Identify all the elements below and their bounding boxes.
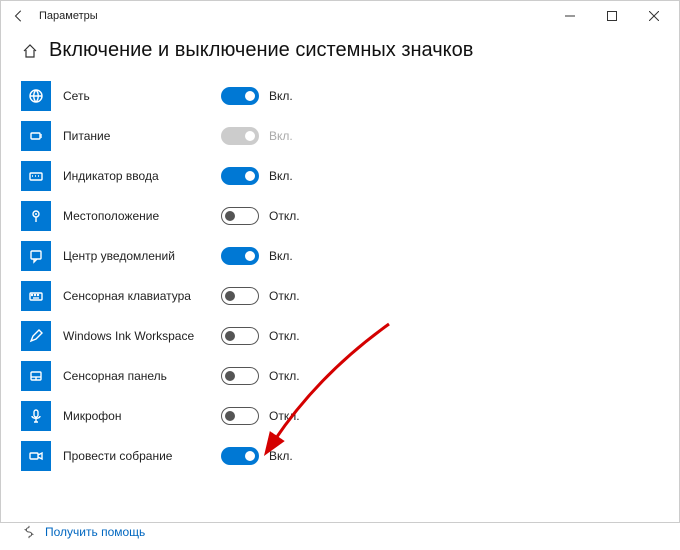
setting-label: Сенсорная клавиатура	[63, 289, 213, 303]
toggle-wrap: Вкл.	[221, 127, 293, 145]
keyboard-lang-icon	[21, 161, 51, 191]
toggle-wrap: Откл.	[221, 407, 300, 425]
titlebar: Параметры	[1, 1, 679, 31]
setting-row-network: Сеть Вкл.	[21, 76, 659, 116]
page-title: Включение и выключение системных значков	[49, 39, 473, 62]
toggle-input[interactable]	[221, 167, 259, 185]
toggle-state-label: Откл.	[269, 209, 300, 223]
toggle-state-label: Откл.	[269, 289, 300, 303]
touchpad-icon	[21, 361, 51, 391]
toggle-network[interactable]	[221, 87, 259, 105]
window-title: Параметры	[39, 10, 98, 22]
toggle-state-label: Вкл.	[269, 129, 293, 143]
toggle-wrap: Вкл.	[221, 87, 293, 105]
toggle-state-label: Вкл.	[269, 449, 293, 463]
close-button[interactable]	[633, 2, 675, 30]
mic-icon	[21, 401, 51, 431]
setting-label: Провести собрание	[63, 449, 213, 463]
toggle-state-label: Вкл.	[269, 249, 293, 263]
setting-row-action: Центр уведомлений Вкл.	[21, 236, 659, 276]
keyboard-icon	[21, 281, 51, 311]
toggle-wrap: Вкл.	[221, 247, 293, 265]
toggle-location[interactable]	[221, 207, 259, 225]
toggle-state-label: Откл.	[269, 329, 300, 343]
toggle-meetnow[interactable]	[221, 447, 259, 465]
back-button[interactable]	[5, 2, 33, 30]
setting-row-touchkey: Сенсорная клавиатура Откл.	[21, 276, 659, 316]
setting-row-microphone: Микрофон Откл.	[21, 396, 659, 436]
toggle-touchkey[interactable]	[221, 287, 259, 305]
setting-row-location: Местоположение Откл.	[21, 196, 659, 236]
toggle-state-label: Вкл.	[269, 169, 293, 183]
setting-label: Сенсорная панель	[63, 369, 213, 383]
toggle-action[interactable]	[221, 247, 259, 265]
get-help-link[interactable]: Получить помощь	[45, 525, 145, 539]
toggle-microphone[interactable]	[221, 407, 259, 425]
power-icon	[21, 121, 51, 151]
maximize-button[interactable]	[591, 2, 633, 30]
globe-icon	[21, 81, 51, 111]
setting-label: Местоположение	[63, 209, 213, 223]
meet-icon	[21, 441, 51, 471]
toggle-power	[221, 127, 259, 145]
toggle-ink[interactable]	[221, 327, 259, 345]
setting-label: Центр уведомлений	[63, 249, 213, 263]
toggle-wrap: Откл.	[221, 287, 300, 305]
minimize-button[interactable]	[549, 2, 591, 30]
toggle-state-label: Вкл.	[269, 89, 293, 103]
pen-icon	[21, 321, 51, 351]
toggle-state-label: Откл.	[269, 409, 300, 423]
help-row: Получить помощь	[1, 506, 679, 550]
toggle-wrap: Вкл.	[221, 447, 293, 465]
toggle-state-label: Откл.	[269, 369, 300, 383]
setting-label: Индикатор ввода	[63, 169, 213, 183]
setting-row-ink: Windows Ink Workspace Откл.	[21, 316, 659, 356]
toggle-wrap: Откл.	[221, 207, 300, 225]
page-header: Включение и выключение системных значков	[1, 31, 679, 76]
setting-label: Сеть	[63, 89, 213, 103]
settings-list: Сеть Вкл. Питание Вкл. Индикатор ввода Вкл. Ме…	[1, 76, 679, 506]
setting-row-touchpad: Сенсорная панель Откл.	[21, 356, 659, 396]
setting-label: Питание	[63, 129, 213, 143]
home-icon[interactable]	[21, 42, 39, 60]
setting-row-input: Индикатор ввода Вкл.	[21, 156, 659, 196]
toggle-touchpad[interactable]	[221, 367, 259, 385]
toggle-wrap: Откл.	[221, 327, 300, 345]
setting-label: Windows Ink Workspace	[63, 329, 213, 343]
toggle-wrap: Вкл.	[221, 167, 293, 185]
setting-row-power: Питание Вкл.	[21, 116, 659, 156]
setting-row-meetnow: Провести собрание Вкл.	[21, 436, 659, 476]
help-icon	[21, 524, 37, 540]
pin-icon	[21, 201, 51, 231]
setting-label: Микрофон	[63, 409, 213, 423]
toggle-wrap: Откл.	[221, 367, 300, 385]
action-center-icon	[21, 241, 51, 271]
